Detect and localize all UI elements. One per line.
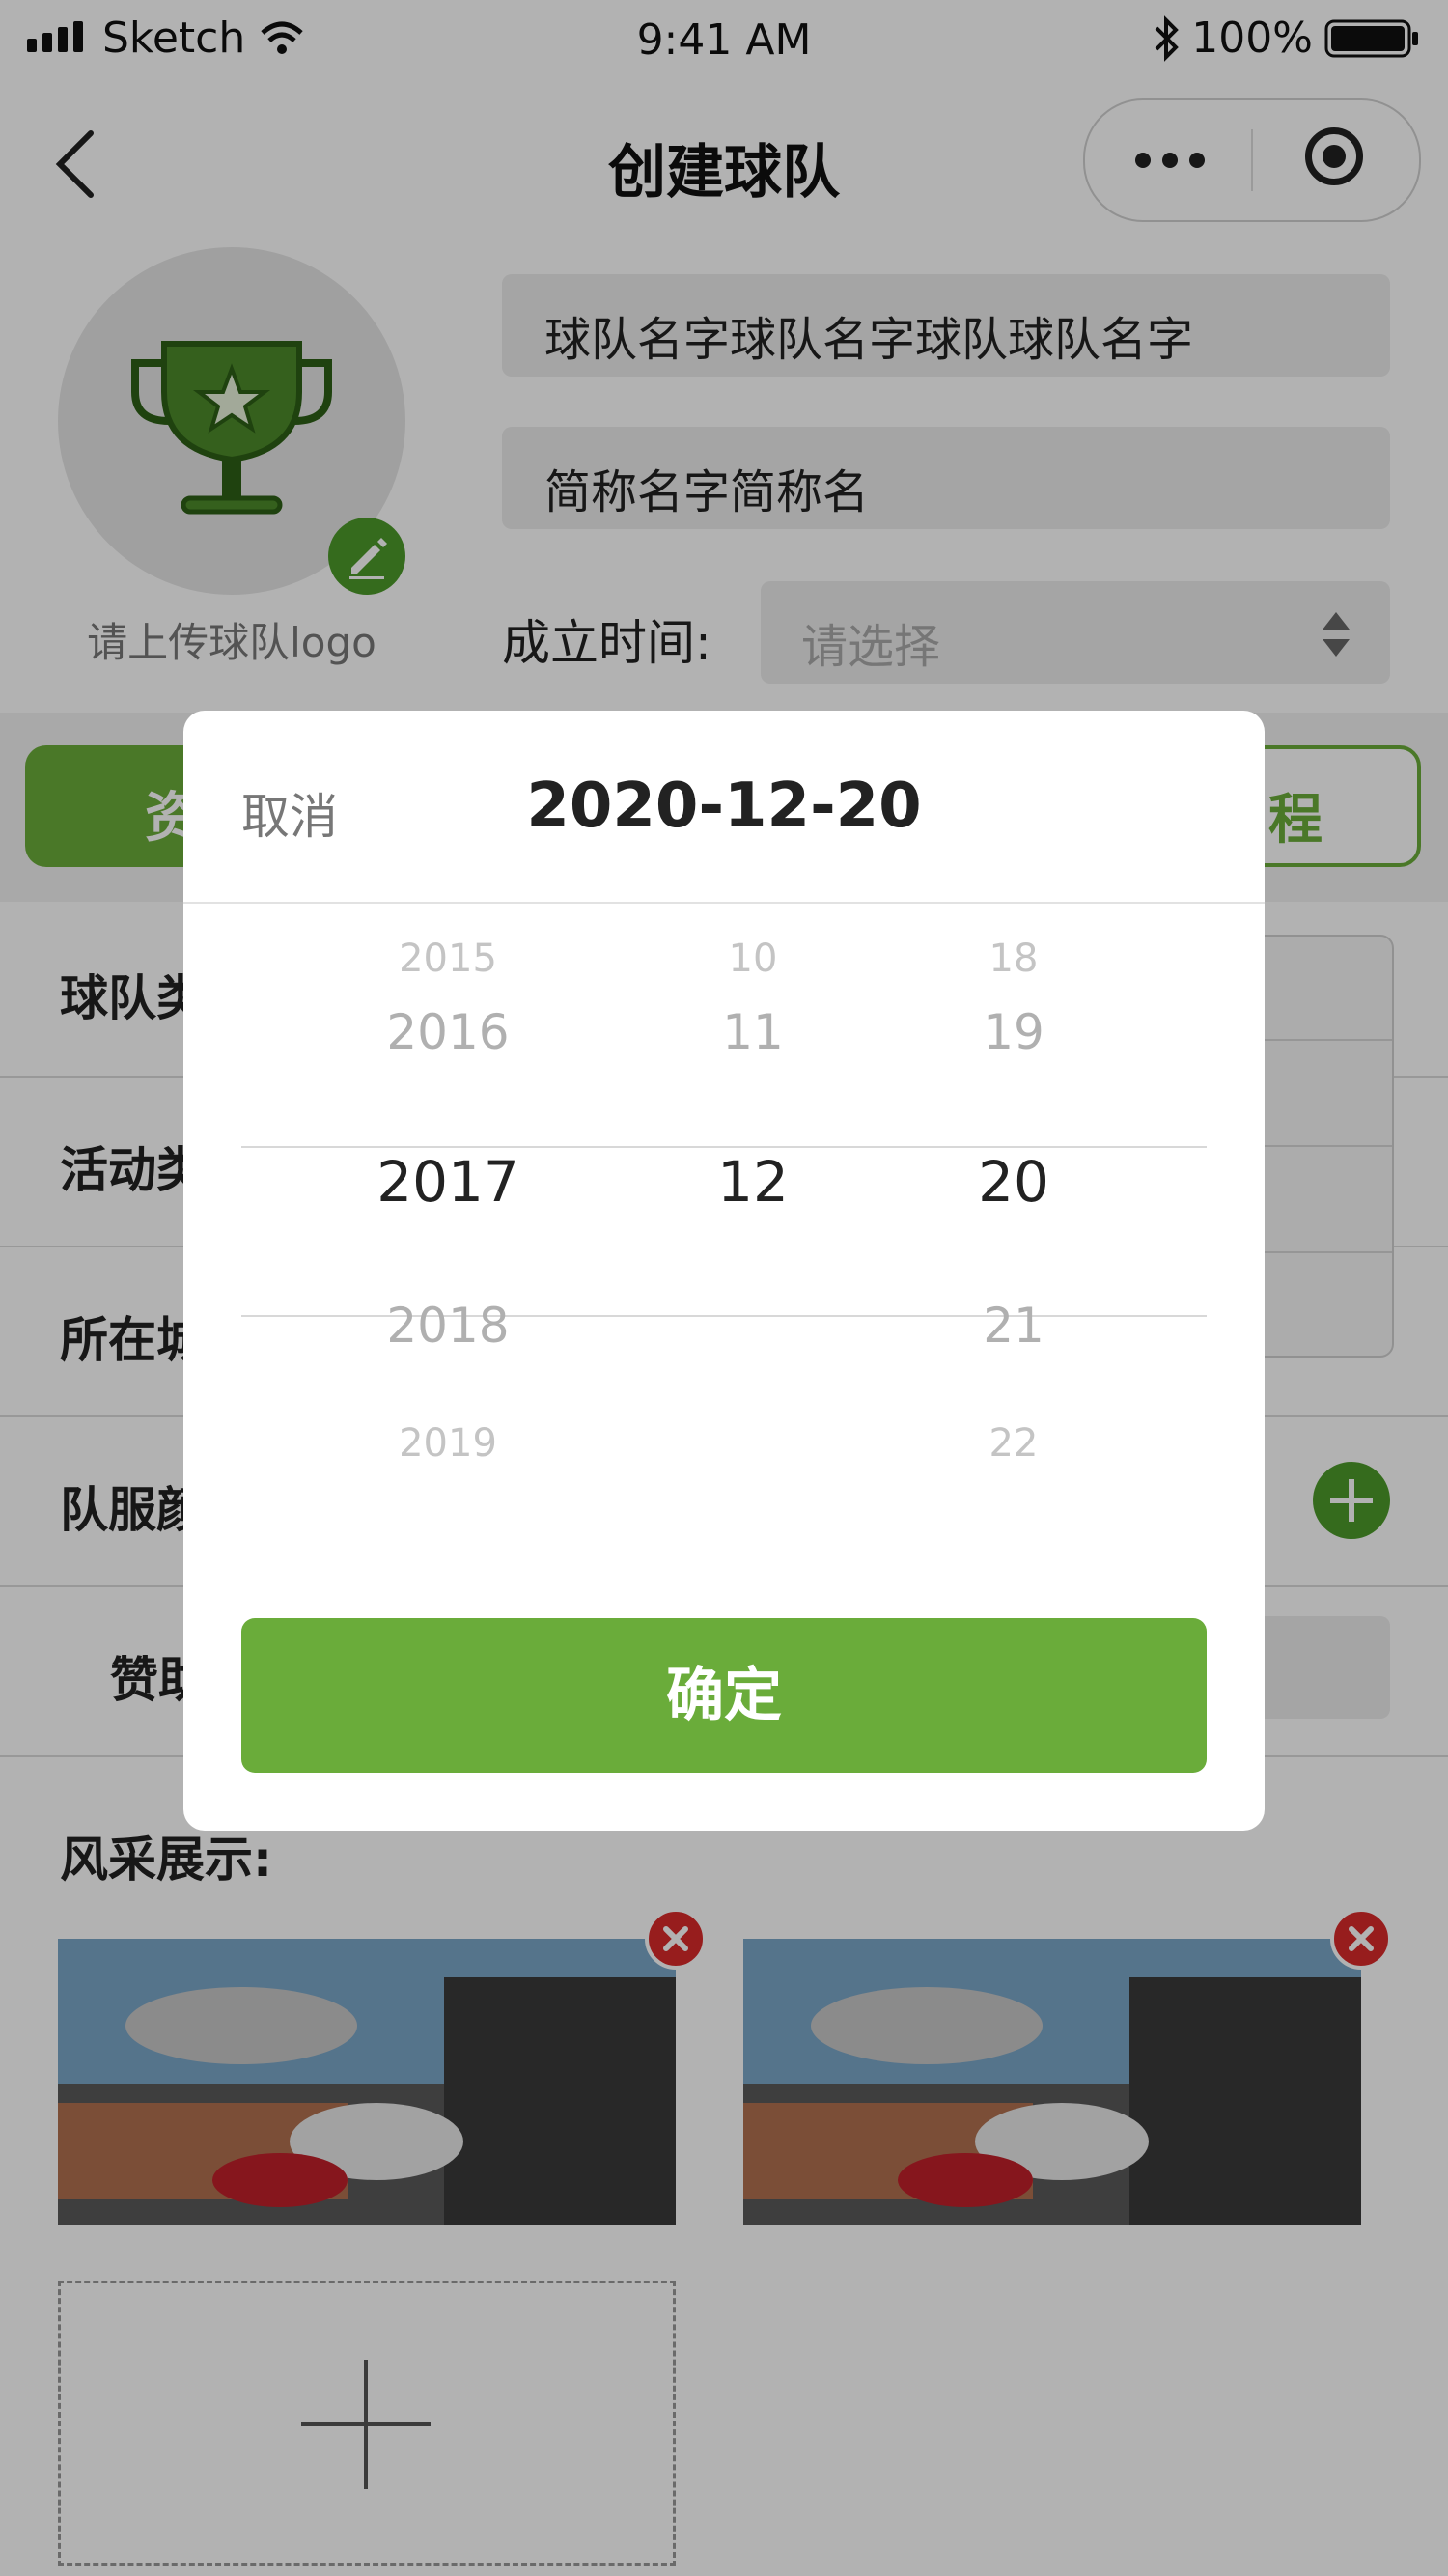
day-option[interactable]: 21: [849, 1298, 1178, 1354]
year-option-selected[interactable]: 2017: [284, 1149, 612, 1215]
year-option[interactable]: 2015: [284, 937, 612, 981]
confirm-button[interactable]: 确定: [241, 1618, 1207, 1773]
date-picker-modal: 取消 2020-12-20 2015 2016 2017 2018 2019 1…: [183, 711, 1265, 1831]
day-option[interactable]: 19: [849, 1004, 1178, 1060]
day-option[interactable]: 22: [849, 1421, 1178, 1466]
day-wheel[interactable]: 18 19 20 21 22: [849, 902, 1178, 1578]
picker-header: 取消 2020-12-20: [183, 711, 1265, 904]
picker-selected-date: 2020-12-20: [526, 770, 922, 842]
year-option[interactable]: 2019: [284, 1421, 612, 1466]
year-wheel[interactable]: 2015 2016 2017 2018 2019: [284, 902, 612, 1578]
year-option[interactable]: 2018: [284, 1298, 612, 1354]
year-option[interactable]: 2016: [284, 1004, 612, 1060]
day-option[interactable]: 18: [849, 937, 1178, 981]
day-option-selected[interactable]: 20: [849, 1149, 1178, 1215]
